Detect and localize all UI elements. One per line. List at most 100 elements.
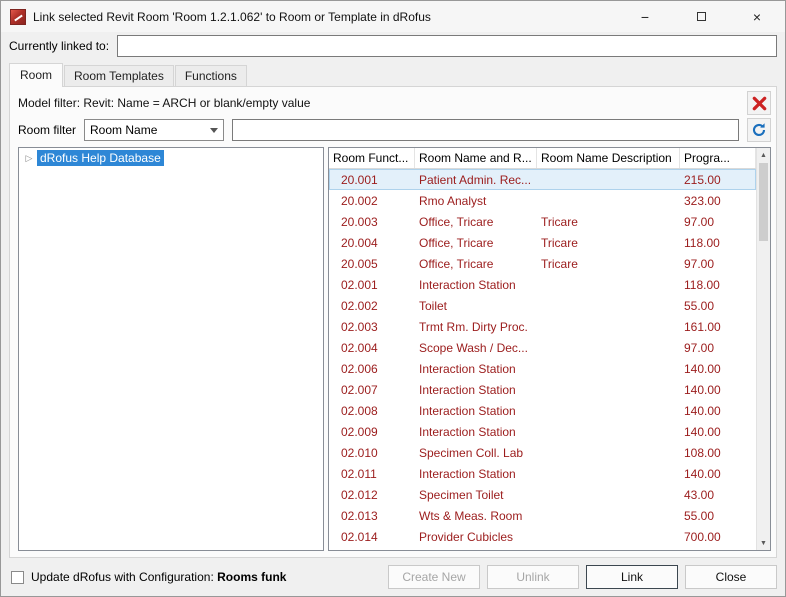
- table-row[interactable]: 20.003Office, TricareTricare97.00: [329, 211, 756, 232]
- tab-room[interactable]: Room: [9, 63, 63, 87]
- room-filter-search-input[interactable]: [232, 119, 739, 141]
- room-tab-panel: Model filter: Revit: Name = ARCH or blan…: [9, 86, 777, 558]
- table-row[interactable]: 02.010Specimen Coll. Lab108.00: [329, 442, 756, 463]
- cell-program: 97.00: [680, 215, 756, 229]
- currently-linked-label: Currently linked to:: [9, 39, 109, 53]
- cell-program: 140.00: [680, 425, 756, 439]
- footer-bar: Update dRofus with Configuration: Rooms …: [1, 562, 785, 596]
- table-row[interactable]: 02.003Trmt Rm. Dirty Proc.161.00: [329, 316, 756, 337]
- model-filter-text: Model filter: Revit: Name = ARCH or blan…: [18, 96, 747, 110]
- close-button[interactable]: Close: [685, 565, 777, 589]
- cell-function: 20.002: [329, 194, 415, 208]
- cell-function: 02.014: [329, 530, 415, 544]
- title-bar: Link selected Revit Room 'Room 1.2.1.062…: [1, 1, 785, 32]
- table-row[interactable]: 02.014Provider Cubicles700.00: [329, 526, 756, 547]
- currently-linked-row: Currently linked to:: [1, 32, 785, 63]
- table-row[interactable]: 20.004Office, TricareTricare118.00: [329, 232, 756, 253]
- cell-name: Patient Admin. Rec...: [415, 173, 537, 187]
- configuration-name: Rooms funk: [217, 570, 286, 584]
- maximize-icon: [697, 12, 706, 21]
- table-row[interactable]: 02.004Scope Wash / Dec...97.00: [329, 337, 756, 358]
- table-header: Room Funct...Room Name and R...Room Name…: [329, 148, 756, 169]
- cell-name: Specimen Toilet: [415, 488, 537, 502]
- cell-description: Tricare: [537, 236, 680, 250]
- table-row[interactable]: 02.015Toilet97.00: [329, 547, 756, 550]
- scrollbar-track[interactable]: [757, 162, 770, 536]
- room-filter-field-select[interactable]: Room Name: [84, 119, 224, 141]
- table-row[interactable]: 02.001Interaction Station118.00: [329, 274, 756, 295]
- column-header-name[interactable]: Room Name and R...: [415, 148, 537, 168]
- update-config-text: Update dRofus with Configuration:: [31, 570, 214, 584]
- maximize-button[interactable]: [673, 1, 729, 32]
- tab-room-templates[interactable]: Room Templates: [64, 65, 174, 86]
- table-row[interactable]: 02.012Specimen Toilet43.00: [329, 484, 756, 505]
- cell-name: Interaction Station: [415, 467, 537, 481]
- cell-program: 140.00: [680, 383, 756, 397]
- footer-buttons: Create New Unlink Link Close: [388, 565, 777, 589]
- tree-item-database[interactable]: ▷ dRofus Help Database: [19, 148, 323, 168]
- table-row[interactable]: 02.008Interaction Station140.00: [329, 400, 756, 421]
- table-row[interactable]: 20.002Rmo Analyst323.00: [329, 190, 756, 211]
- link-room-dialog: Link selected Revit Room 'Room 1.2.1.062…: [0, 0, 786, 597]
- room-filter-field-value: Room Name: [90, 123, 210, 137]
- cell-program: 55.00: [680, 299, 756, 313]
- cell-program: 140.00: [680, 467, 756, 481]
- cell-function: 02.010: [329, 446, 415, 460]
- table-row[interactable]: 02.009Interaction Station140.00: [329, 421, 756, 442]
- cell-description: Tricare: [537, 215, 680, 229]
- cell-name: Office, Tricare: [415, 257, 537, 271]
- cell-program: 55.00: [680, 509, 756, 523]
- tab-functions[interactable]: Functions: [175, 65, 247, 86]
- column-header-program[interactable]: Progra...: [680, 148, 756, 168]
- table-row[interactable]: 02.011Interaction Station 140.00: [329, 463, 756, 484]
- cell-program: 161.00: [680, 320, 756, 334]
- cell-function: 02.006: [329, 362, 415, 376]
- scroll-up-button[interactable]: ▲: [757, 148, 770, 162]
- vertical-scrollbar[interactable]: ▲ ▼: [756, 148, 770, 550]
- update-config-label: Update dRofus with Configuration: Rooms …: [31, 570, 286, 584]
- column-header-function[interactable]: Room Funct...: [329, 148, 415, 168]
- tab-bar: RoomRoom TemplatesFunctions: [1, 63, 785, 86]
- cell-program: 140.00: [680, 362, 756, 376]
- cell-function: 02.011: [329, 467, 415, 481]
- cell-function: 02.008: [329, 404, 415, 418]
- cell-name: Interaction Station: [415, 383, 537, 397]
- column-header-description[interactable]: Room Name Description: [537, 148, 680, 168]
- expander-icon[interactable]: ▷: [21, 153, 37, 164]
- database-tree: ▷ dRofus Help Database: [18, 147, 324, 551]
- refresh-icon: [751, 122, 767, 138]
- table-row[interactable]: 02.007Interaction Station 140.00: [329, 379, 756, 400]
- cell-program: 108.00: [680, 446, 756, 460]
- cell-name: Office, Tricare: [415, 236, 537, 250]
- room-table-panel: Room Funct...Room Name and R...Room Name…: [328, 147, 771, 551]
- cell-name: Interaction Station: [415, 404, 537, 418]
- cell-name: Rmo Analyst: [415, 194, 537, 208]
- room-filter-label: Room filter: [18, 123, 76, 137]
- table-row[interactable]: 20.001Patient Admin. Rec...215.00: [329, 169, 756, 190]
- refresh-filter-button[interactable]: [747, 118, 771, 142]
- table-body: 20.001Patient Admin. Rec...215.0020.002R…: [329, 169, 756, 550]
- cell-name: Interaction Station: [415, 278, 537, 292]
- table-row[interactable]: 02.006Interaction Station140.00: [329, 358, 756, 379]
- create-new-button[interactable]: Create New: [388, 565, 480, 589]
- minimize-button[interactable]: −: [617, 1, 673, 32]
- cell-function: 20.003: [329, 215, 415, 229]
- table-row[interactable]: 02.013Wts & Meas. Room55.00: [329, 505, 756, 526]
- cell-name: Wts & Meas. Room: [415, 509, 537, 523]
- table-row[interactable]: 20.005Office, TricareTricare97.00: [329, 253, 756, 274]
- update-config-checkbox[interactable]: [11, 571, 24, 584]
- cell-name: Interaction Station: [415, 425, 537, 439]
- scroll-down-button[interactable]: ▼: [757, 536, 770, 550]
- scrollbar-thumb[interactable]: [759, 163, 768, 241]
- cell-function: 02.007: [329, 383, 415, 397]
- cell-function: 02.004: [329, 341, 415, 355]
- currently-linked-input[interactable]: [117, 35, 777, 57]
- close-button[interactable]: ×: [729, 1, 785, 32]
- unlink-button[interactable]: Unlink: [487, 565, 579, 589]
- cell-program: 215.00: [680, 173, 756, 187]
- cell-program: 118.00: [680, 236, 756, 250]
- clear-model-filter-button[interactable]: [747, 91, 771, 115]
- table-row[interactable]: 02.002Toilet55.00: [329, 295, 756, 316]
- window-controls: − ×: [617, 1, 785, 32]
- link-button[interactable]: Link: [586, 565, 678, 589]
